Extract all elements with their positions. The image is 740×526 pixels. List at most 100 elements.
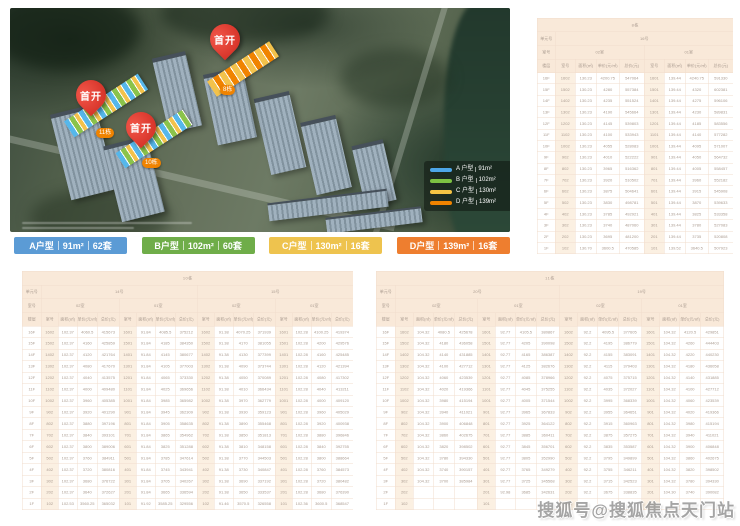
- area-cell: 104.32: [660, 372, 680, 383]
- unitprice-cell: 4200.75: [596, 73, 619, 84]
- area-cell: 139.44: [664, 186, 685, 197]
- table-row: 11F1102104.324020419366110192.7740453752…: [376, 384, 724, 395]
- area-cell: 104.32: [660, 407, 680, 418]
- unit-number: 15号: [197, 285, 353, 299]
- divider: [218, 241, 219, 250]
- room-cell: 502: [197, 452, 214, 463]
- unitprice-cell: 4100: [680, 384, 701, 395]
- room-cell: 1301: [477, 361, 495, 372]
- table-title: 10栋: [22, 271, 353, 285]
- floor-cell: 5F: [22, 452, 41, 463]
- floor-cell: 3F: [22, 475, 41, 486]
- totalprice-cell: 470585: [619, 242, 644, 253]
- room-cell: 1401: [119, 349, 136, 360]
- room-label: 室号: [376, 299, 395, 313]
- first-launch-pin-label: 首开: [210, 24, 240, 54]
- unitprice-cell: 3865: [155, 429, 175, 440]
- area-cell: 92.2: [577, 349, 597, 360]
- banner-type: B户型: [154, 239, 179, 252]
- area-cell: 139.44: [664, 208, 685, 219]
- unitprice-cell: 4160: [77, 338, 97, 349]
- unitprice-cell: 4050: [685, 152, 708, 163]
- table-row: 6F602104.32382039850260192.7738453567016…: [376, 441, 724, 452]
- area-cell: 104.32: [413, 395, 433, 406]
- area-cell: 104.32: [660, 475, 680, 486]
- totalprice-cell: 353587: [619, 441, 642, 452]
- table-row: 4F402104.32374039015740192.7737653492794…: [376, 464, 724, 475]
- area-cell: 91.38: [214, 349, 233, 360]
- unitprice-cell: 3600.5: [311, 498, 331, 510]
- totalprice-cell: 401290: [97, 407, 119, 418]
- room-col-label: 室号: [477, 313, 495, 327]
- area-cell: 91.38: [214, 441, 233, 452]
- floor-cell: 3F: [376, 475, 395, 486]
- first-launch-pin-label: 首开: [76, 80, 106, 110]
- room-cell: 602: [559, 441, 577, 452]
- table-row: 6F602102.37380038900660191.8438253512886…: [22, 441, 353, 452]
- trees-blob: [10, 8, 140, 70]
- unitprice-cell: 4185: [155, 338, 175, 349]
- room-cell: 1102: [197, 384, 214, 395]
- room-cell: 201: [119, 487, 136, 498]
- area-cell: 92.2: [577, 395, 597, 406]
- unitprice-cell: 4140: [680, 372, 701, 383]
- unitprice-cell: [433, 498, 454, 510]
- first-launch-pin-label: 首开: [126, 112, 156, 142]
- room-cell: 1601: [477, 326, 495, 337]
- totalprice-cell: 398502: [701, 464, 724, 475]
- area-cell: 91.38: [214, 361, 233, 372]
- table-row: 8F802102.37388039719680191.8439053586358…: [22, 418, 353, 429]
- room-cell: 1401: [275, 349, 292, 360]
- divider: [88, 241, 89, 250]
- totalprice-cell: 398502: [454, 441, 477, 452]
- totalprice-cell: 558457: [708, 163, 733, 174]
- floor-col-label: 楼层: [22, 313, 41, 327]
- area-cell: 102.28: [292, 487, 311, 498]
- totalprice-cell: 380677: [175, 349, 197, 360]
- unit-number: 20号: [395, 285, 559, 299]
- totalprice-cell: 375255: [536, 384, 559, 395]
- unitprice-cell: 4005: [685, 163, 708, 174]
- unitprice-cell: 3850: [233, 429, 253, 440]
- room-cell: 701: [477, 429, 495, 440]
- totalprice-cell: 571007: [708, 141, 733, 152]
- room-cell: 401: [644, 208, 664, 219]
- room-cell: 601: [642, 441, 660, 452]
- area-cell: [495, 498, 515, 510]
- table-row: 12F1202104.324060423539120192.7740853789…: [376, 372, 724, 383]
- unitprice-cell: 3805: [515, 452, 536, 463]
- area-cell: 102.37: [58, 338, 77, 349]
- unitprice-cell: 3870: [685, 197, 708, 208]
- totalprice-cell: 366434: [253, 384, 275, 395]
- banner-type: C户型: [282, 239, 307, 252]
- room-cell: 401: [275, 464, 292, 475]
- table-row: 7F702130.233920510502701139.443960552182: [537, 174, 733, 185]
- area-cell: 130.23: [575, 118, 596, 129]
- area-cell: 91.84: [136, 384, 155, 395]
- unitprice-cell: 3820: [680, 464, 701, 475]
- totalprice-cell: 380482: [331, 475, 353, 486]
- totalprice-cell: 329556: [175, 498, 197, 510]
- area-cell: 139.44: [664, 163, 685, 174]
- room-cell: 602: [197, 441, 214, 452]
- totalprice-cell: 402675: [701, 452, 724, 463]
- totalprice-cell: 342523: [619, 475, 642, 486]
- room-cell: 402: [559, 464, 577, 475]
- room-col-label: 室号: [275, 313, 292, 327]
- floor-cell: 15F: [22, 338, 41, 349]
- totalprice-cell: 347614: [175, 452, 197, 463]
- housetype-banner: D户型139m²16套: [397, 237, 510, 254]
- room-cell: 501: [477, 452, 495, 463]
- floor-cell: 8F: [376, 418, 395, 429]
- unitprice-cell: 3890: [233, 418, 253, 429]
- totalprice-cell: 429576: [331, 338, 353, 349]
- room-cell: 1202: [395, 372, 413, 383]
- totalprice-cell: 367833: [536, 407, 559, 418]
- room-cell: 1401: [644, 95, 664, 106]
- area-cell: 91.84: [136, 326, 155, 337]
- area-cell: 92.77: [495, 384, 515, 395]
- unitprice-cell: 4115: [597, 361, 618, 372]
- legend-type: B 户型: [456, 177, 474, 184]
- totalprice-cell: 373330: [175, 372, 197, 383]
- legend-color-chip: [430, 201, 452, 205]
